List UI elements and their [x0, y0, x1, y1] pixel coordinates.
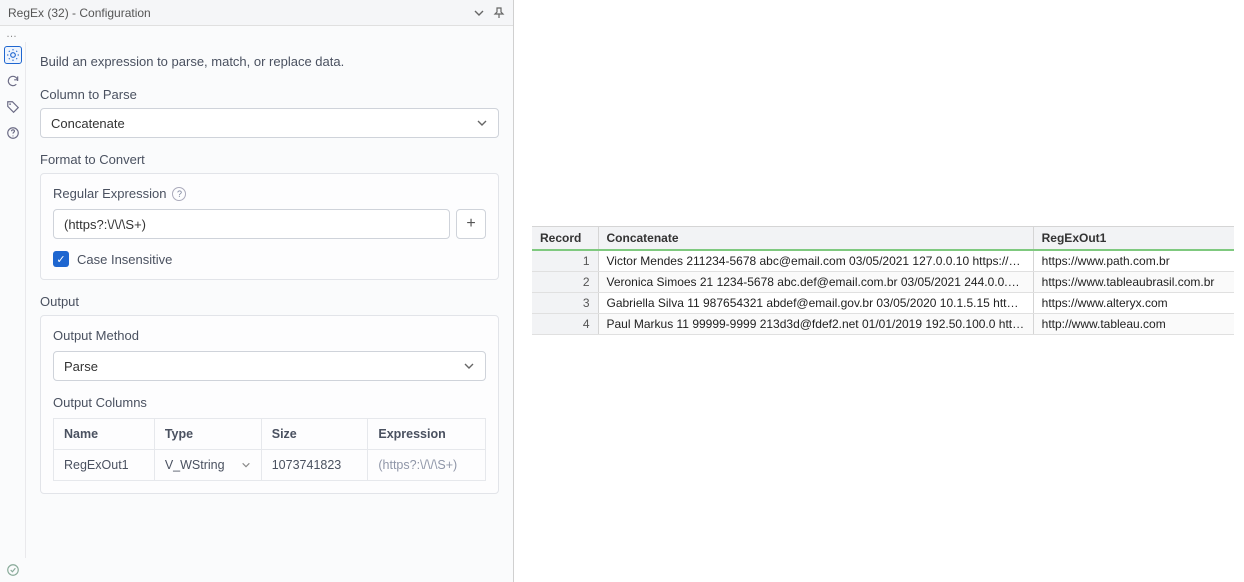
- concatenate-cell: Victor Mendes 211234-5678 abc@email.com …: [598, 250, 1033, 272]
- col-expr-header: Expression: [368, 419, 486, 450]
- concatenate-cell: Paul Markus 11 99999-9999 213d3d@fdef2.n…: [598, 314, 1033, 335]
- tag-icon[interactable]: [4, 98, 22, 116]
- output-label: Output: [40, 294, 499, 309]
- column-to-parse-label: Column to Parse: [40, 87, 499, 102]
- regex-value: (https?:\/\/\S+): [64, 217, 146, 232]
- pin-icon[interactable]: [493, 7, 505, 19]
- format-to-convert-label: Format to Convert: [40, 152, 499, 167]
- gear-icon[interactable]: [4, 46, 22, 64]
- concat-header[interactable]: Concatenate: [598, 227, 1033, 251]
- output-method-value: Parse: [64, 359, 98, 374]
- side-icon-bar: [0, 42, 26, 558]
- col-expr-cell: (https?:\/\/\S+): [368, 450, 486, 481]
- help-circle-icon[interactable]: ?: [172, 187, 186, 201]
- panel-title: RegEx (32) - Configuration: [8, 6, 151, 20]
- regexout-cell: https://www.tableaubrasil.com.br: [1033, 272, 1234, 293]
- output-columns-table: Name Type Size Expression RegExOut1 V_WS…: [53, 418, 486, 481]
- config-panel: RegEx (32) - Configuration …: [0, 0, 514, 582]
- concatenate-cell: Gabriella Silva 11 987654321 abdef@email…: [598, 293, 1033, 314]
- table-row[interactable]: RegExOut1 V_WString 1073741823 (https?:\…: [54, 450, 486, 481]
- checkbox-checked-icon: ✓: [53, 251, 69, 267]
- status-bar: [0, 558, 513, 582]
- chevron-down-icon: [463, 360, 475, 372]
- regex-label: Regular Expression: [53, 186, 166, 201]
- concatenate-cell: Veronica Simoes 21 1234-5678 abc.def@ema…: [598, 272, 1033, 293]
- refresh-icon[interactable]: [4, 72, 22, 90]
- case-insensitive-row[interactable]: ✓ Case Insensitive: [53, 251, 486, 267]
- panel-header: RegEx (32) - Configuration: [0, 0, 513, 26]
- record-number-cell: 3: [532, 293, 598, 314]
- regexout-cell: https://www.path.com.br: [1033, 250, 1234, 272]
- chevron-down-icon: [476, 117, 488, 129]
- config-form: Build an expression to parse, match, or …: [26, 42, 513, 558]
- table-row[interactable]: 3Gabriella Silva 11 987654321 abdef@emai…: [532, 293, 1234, 314]
- column-to-parse-select[interactable]: Concatenate: [40, 108, 499, 138]
- table-header-row: Name Type Size Expression: [54, 419, 486, 450]
- col-type-header: Type: [154, 419, 261, 450]
- record-header[interactable]: Record: [532, 227, 598, 251]
- results-table: Record Concatenate RegExOut1 1Victor Men…: [532, 226, 1234, 335]
- config-subtitle: Build an expression to parse, match, or …: [40, 54, 499, 69]
- regex-label-row: Regular Expression ?: [53, 186, 486, 201]
- col-size-cell[interactable]: 1073741823: [261, 450, 368, 481]
- col-name-header: Name: [54, 419, 155, 450]
- regex-add-button[interactable]: +: [456, 209, 486, 239]
- col-type-cell[interactable]: V_WString: [154, 450, 261, 481]
- panel-subheader: …: [0, 26, 513, 42]
- record-number-cell: 2: [532, 272, 598, 293]
- check-circle-icon: [6, 563, 20, 577]
- table-row[interactable]: 2Veronica Simoes 21 1234-5678 abc.def@em…: [532, 272, 1234, 293]
- table-row[interactable]: 1Victor Mendes 211234-5678 abc@email.com…: [532, 250, 1234, 272]
- output-columns-label: Output Columns: [53, 395, 486, 410]
- help-icon[interactable]: [4, 124, 22, 142]
- record-number-cell: 4: [532, 314, 598, 335]
- results-panel: Record Concatenate RegExOut1 1Victor Men…: [514, 0, 1244, 582]
- format-group: Regular Expression ? (https?:\/\/\S+) + …: [40, 173, 499, 280]
- collapse-chevron-icon[interactable]: [473, 7, 485, 19]
- plus-icon: +: [466, 215, 475, 233]
- regexout-header[interactable]: RegExOut1: [1033, 227, 1234, 251]
- regexout-cell: https://www.alteryx.com: [1033, 293, 1234, 314]
- case-insensitive-label: Case Insensitive: [77, 252, 172, 267]
- chevron-down-icon: [241, 460, 251, 470]
- regex-input[interactable]: (https?:\/\/\S+): [53, 209, 450, 239]
- output-method-select[interactable]: Parse: [53, 351, 486, 381]
- record-number-cell: 1: [532, 250, 598, 272]
- col-size-header: Size: [261, 419, 368, 450]
- regexout-cell: http://www.tableau.com: [1033, 314, 1234, 335]
- output-method-label: Output Method: [53, 328, 486, 343]
- output-group: Output Method Parse Output Columns Name …: [40, 315, 499, 494]
- results-header-row: Record Concatenate RegExOut1: [532, 227, 1234, 251]
- table-row[interactable]: 4Paul Markus 11 99999-9999 213d3d@fdef2.…: [532, 314, 1234, 335]
- column-to-parse-value: Concatenate: [51, 116, 125, 131]
- ellipsis-icon[interactable]: …: [6, 28, 17, 40]
- col-name-cell[interactable]: RegExOut1: [54, 450, 155, 481]
